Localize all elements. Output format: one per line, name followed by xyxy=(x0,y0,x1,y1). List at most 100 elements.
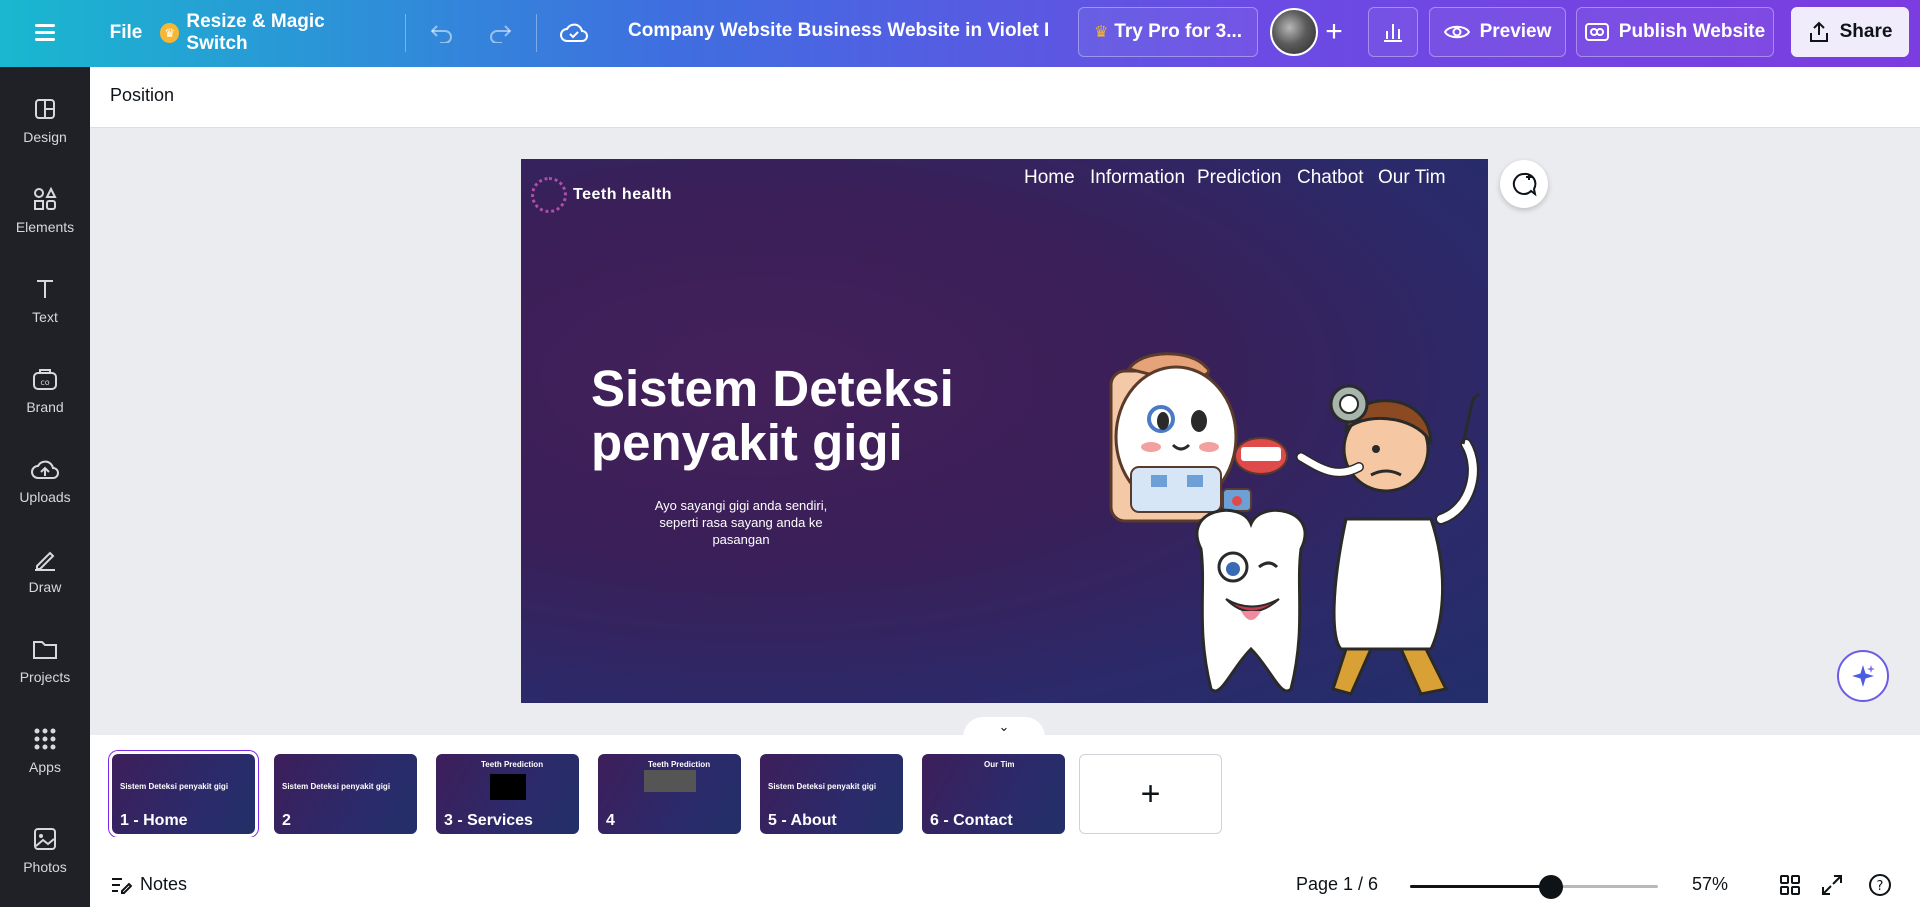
zoom-level[interactable]: 57% xyxy=(1692,874,1728,895)
try-pro-label: Try Pro for 3... xyxy=(1114,21,1243,42)
share-button[interactable]: Share xyxy=(1791,7,1909,57)
nav-item-our-tim[interactable]: Our Tim xyxy=(1378,167,1446,189)
canvas-page[interactable]: Teeth health Home Information Prediction… xyxy=(521,159,1488,703)
sidebar-item-elements[interactable]: Elements xyxy=(0,172,90,248)
sidebar-item-label: Elements xyxy=(15,219,75,235)
sidebar-item-label: Brand xyxy=(26,399,64,415)
page-thumbnail-5[interactable]: Sistem Deteksi penyakit gigi 5 - About xyxy=(760,754,903,834)
eye-icon xyxy=(1443,25,1470,39)
page-thumbnail-3[interactable]: Teeth Prediction 3 - Services xyxy=(436,754,579,834)
svg-text:co: co xyxy=(40,378,49,387)
sidebar-item-label: Photos xyxy=(23,859,67,875)
preview-button[interactable]: Preview xyxy=(1429,7,1566,57)
resize-magic-switch-button[interactable]: ♛ Resize & Magic Switch xyxy=(160,11,385,55)
sidebar-item-label: Draw xyxy=(28,579,62,595)
page-thumbnails: Sistem Deteksi penyakit gigi 1 - Home Si… xyxy=(90,735,1920,837)
redo-icon[interactable] xyxy=(478,11,522,55)
add-page-button[interactable]: + xyxy=(1079,754,1222,834)
thumbnail-label: 5 - About xyxy=(768,812,837,829)
hero-title-line: penyakit gigi xyxy=(591,414,903,471)
hero-subtitle: Ayo sayangi gigi anda sendiri, seperti r… xyxy=(631,497,851,548)
undo-icon[interactable] xyxy=(420,11,464,55)
brand-logo xyxy=(531,177,567,213)
page-thumbnail-4[interactable]: Teeth Prediction 4 xyxy=(598,754,741,834)
sidebar-item-label: Uploads xyxy=(19,489,71,505)
add-comment-button[interactable] xyxy=(1500,160,1548,208)
nav-item-prediction[interactable]: Prediction xyxy=(1197,167,1282,189)
toolbar-divider xyxy=(405,14,406,52)
notes-label: Notes xyxy=(140,874,188,894)
crown-icon: ♛ xyxy=(160,23,180,43)
top-toolbar: File ♛ Resize & Magic Switch Company Web… xyxy=(0,0,1920,67)
sidebar-item-uploads[interactable]: Uploads xyxy=(0,442,90,518)
cloud-check-icon[interactable] xyxy=(552,11,596,55)
avatar[interactable] xyxy=(1270,8,1318,56)
position-button[interactable]: Position xyxy=(110,85,174,106)
text-icon xyxy=(31,275,59,303)
dentist-illustration xyxy=(1109,352,1480,696)
zoom-slider-handle[interactable] xyxy=(1539,875,1564,899)
comment-plus-icon xyxy=(1512,172,1537,197)
sidebar-item-draw[interactable]: Draw xyxy=(0,532,90,608)
draw-icon xyxy=(31,545,59,573)
sidebar-item-apps[interactable]: Apps xyxy=(0,712,90,788)
design-icon xyxy=(31,95,59,123)
publish-website-button[interactable]: Publish Website xyxy=(1576,7,1774,57)
thumbnail-mini-title: Teeth Prediction xyxy=(648,760,711,769)
page-indicator[interactable]: Page 1 / 6 xyxy=(1296,874,1378,895)
hero-subtitle-line: seperti rasa sayang anda ke pasangan xyxy=(659,515,823,547)
toolbar-divider xyxy=(536,14,537,52)
page-thumbnail-1[interactable]: Sistem Deteksi penyakit gigi 1 - Home xyxy=(109,751,258,837)
menu-icon[interactable] xyxy=(30,20,60,46)
sidebar-item-label: Apps xyxy=(29,759,61,775)
thumbnail-label: 4 xyxy=(606,812,615,829)
thumbnail-mini-title: Our Tim xyxy=(984,760,1015,769)
publish-label: Publish Website xyxy=(1618,21,1766,42)
notes-button[interactable]: Notes xyxy=(110,874,187,895)
left-sidebar: Design Elements Text co Brand Uploads Dr… xyxy=(0,67,90,907)
sidebar-item-photos[interactable]: Photos xyxy=(0,812,90,888)
add-user-icon[interactable]: + xyxy=(1312,10,1356,54)
sidebar-item-label: Projects xyxy=(19,669,71,685)
sidebar-item-brand[interactable]: co Brand xyxy=(0,352,90,428)
sidebar-item-label: Design xyxy=(23,129,67,145)
stats-icon[interactable] xyxy=(1368,7,1418,57)
sidebar-item-projects[interactable]: Projects xyxy=(0,622,90,698)
elements-icon xyxy=(31,185,59,213)
help-icon[interactable]: ? xyxy=(1866,871,1894,899)
nav-item-chatbot[interactable]: Chatbot xyxy=(1297,167,1364,189)
page-thumbnail-6[interactable]: Our Tim 6 - Contact xyxy=(922,754,1065,834)
sidebar-item-label: Text xyxy=(32,309,58,325)
thumbnail-label: 6 - Contact xyxy=(930,812,1013,829)
page-thumbnail-2[interactable]: Sistem Deteksi penyakit gigi 2 xyxy=(274,754,417,834)
brand-icon: co xyxy=(31,365,59,393)
svg-text:?: ? xyxy=(1877,879,1884,894)
nav-item-information[interactable]: Information xyxy=(1090,167,1185,189)
preview-label: Preview xyxy=(1479,21,1552,42)
thumbnail-mini-title: Sistem Deteksi penyakit gigi xyxy=(768,782,877,791)
nav-item-home[interactable]: Home xyxy=(1024,167,1075,189)
grid-view-icon[interactable] xyxy=(1776,871,1804,899)
brand-name: Teeth health xyxy=(573,186,673,203)
try-pro-button[interactable]: ♛ Try Pro for 3... xyxy=(1078,7,1258,57)
sidebar-item-design[interactable]: Design xyxy=(0,82,90,158)
fullscreen-icon[interactable] xyxy=(1818,871,1846,899)
sidebar-item-text[interactable]: Text xyxy=(0,262,90,338)
document-title[interactable]: Company Website Business Website in Viol… xyxy=(628,20,1048,42)
magic-assistant-button[interactable] xyxy=(1837,650,1889,702)
sparkle-icon xyxy=(1852,665,1875,687)
thumbnail-mini-title: Sistem Deteksi penyakit gigi xyxy=(120,782,229,791)
thumbnail-label: 3 - Services xyxy=(444,812,533,829)
share-label: Share xyxy=(1839,21,1893,42)
thumbnail-image-placeholder xyxy=(490,774,526,800)
resize-magic-switch-label: Resize & Magic Switch xyxy=(186,11,325,54)
collapse-pages-button[interactable]: ⌄ xyxy=(963,717,1045,737)
thumbnail-mini-title: Teeth Prediction xyxy=(481,760,544,769)
notes-icon xyxy=(112,877,132,894)
zoom-slider-fill xyxy=(1410,885,1552,888)
publish-icon xyxy=(1584,23,1609,41)
uploads-icon xyxy=(31,455,59,483)
photos-icon xyxy=(31,825,59,853)
file-menu-button[interactable]: File xyxy=(96,11,156,55)
zoom-slider[interactable] xyxy=(1410,875,1658,899)
